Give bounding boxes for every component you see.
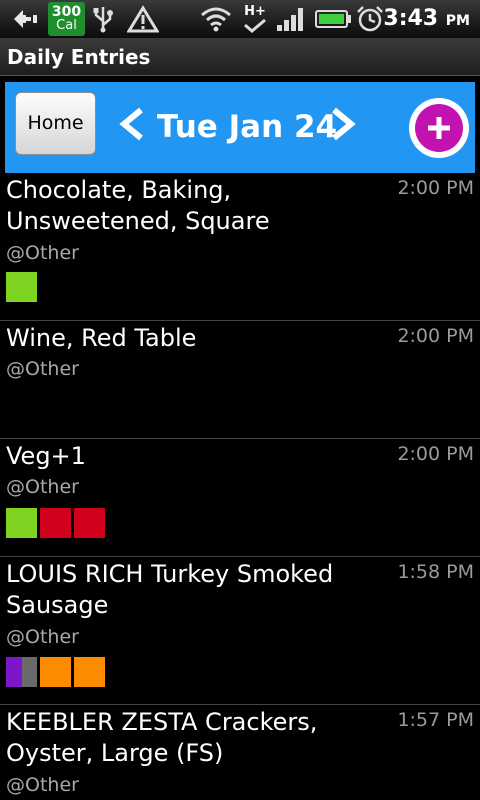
food-group-swatch [6,508,37,538]
chevron-left-icon [119,107,143,141]
food-group-swatches [6,272,37,302]
entry-category: @Other [6,626,79,648]
entry-time: 2:00 PM [397,177,474,199]
status-bar: 300 Cal H+ 3:43 PM [0,0,480,38]
entry-category: @Other [6,774,79,796]
add-entry-button[interactable] [409,98,469,158]
back-arrow-icon [8,0,44,38]
entry-row[interactable]: Veg+1 2:00 PM @Other [0,439,480,557]
food-group-swatch [6,657,37,687]
next-day-button[interactable] [328,94,358,154]
entry-name-line: Unsweetened, Square [6,207,270,235]
status-clock: 3:43 PM [383,0,470,38]
food-group-swatch-part [21,657,37,687]
entry-name: Veg+1 [6,441,386,472]
cell-signal-icon [274,0,308,38]
entry-name: Chocolate, Baking, Unsweetened, Square [6,175,386,237]
food-group-swatches [6,657,105,687]
date-navigation-bar: Home Tue Jan 24 [5,82,475,173]
entry-name: LOUIS RICH Turkey Smoked Sausage [6,559,386,621]
entry-name-line: Veg+1 [6,442,86,470]
usb-icon [88,0,118,38]
chevron-right-icon [332,107,356,141]
calorie-number: 300 [51,4,82,20]
clock-time: 3:43 [383,6,439,31]
add-button-fill [415,104,463,152]
entry-row[interactable]: KEEBLER ZESTA Crackers, Oyster, Large (FS… [0,705,480,800]
food-group-swatch [40,508,71,538]
entry-name-line: Sausage [6,591,109,619]
warning-icon [124,0,162,38]
entry-name-line: Oyster, Large (FS) [6,739,224,767]
food-group-swatch [74,508,105,538]
entry-row[interactable]: Chocolate, Baking, Unsweetened, Square 2:0… [0,173,480,321]
entry-category: @Other [6,242,79,264]
calorie-unit: Cal [56,18,77,33]
clock-ampm: PM [445,13,470,29]
alarm-icon [354,0,386,38]
wifi-icon [198,0,234,38]
entry-row[interactable]: Wine, Red Table 2:00 PM @Other [0,321,480,439]
previous-day-button[interactable] [117,94,147,154]
entry-category: @Other [6,358,79,380]
food-group-swatch [40,657,71,687]
entry-time: 2:00 PM [397,325,474,347]
entry-name: Wine, Red Table [6,323,386,354]
entries-list: Chocolate, Baking, Unsweetened, Square 2:0… [0,173,480,800]
network-type-label: H+ [244,4,266,19]
entry-time: 1:58 PM [397,561,474,583]
title-bar: Daily Entries [0,38,480,76]
food-group-swatch [6,272,37,302]
entry-category: @Other [6,476,79,498]
entry-name-line: KEEBLER ZESTA Crackers, [6,708,318,736]
food-group-swatches [6,508,105,538]
entry-name-line: Chocolate, Baking, [6,176,232,204]
home-button[interactable]: Home [15,92,96,155]
plus-icon [428,117,450,139]
hplus-signal-icon: H+ [240,0,270,38]
entry-name-line: Wine, Red Table [6,324,197,352]
food-group-swatch [74,657,105,687]
page-title: Daily Entries [7,45,151,69]
battery-icon [314,0,354,38]
entry-time: 1:57 PM [397,709,474,731]
entry-row[interactable]: LOUIS RICH Turkey Smoked Sausage 1:58 PM @O… [0,557,480,705]
food-group-swatch-part [6,657,22,687]
entry-name-line: LOUIS RICH Turkey Smoked [6,560,334,588]
entry-name: KEEBLER ZESTA Crackers, Oyster, Large (FS… [6,707,386,769]
entry-time: 2:00 PM [397,443,474,465]
calorie-badge: 300 Cal [48,2,85,36]
current-date: Tue Jan 24 [157,109,338,145]
